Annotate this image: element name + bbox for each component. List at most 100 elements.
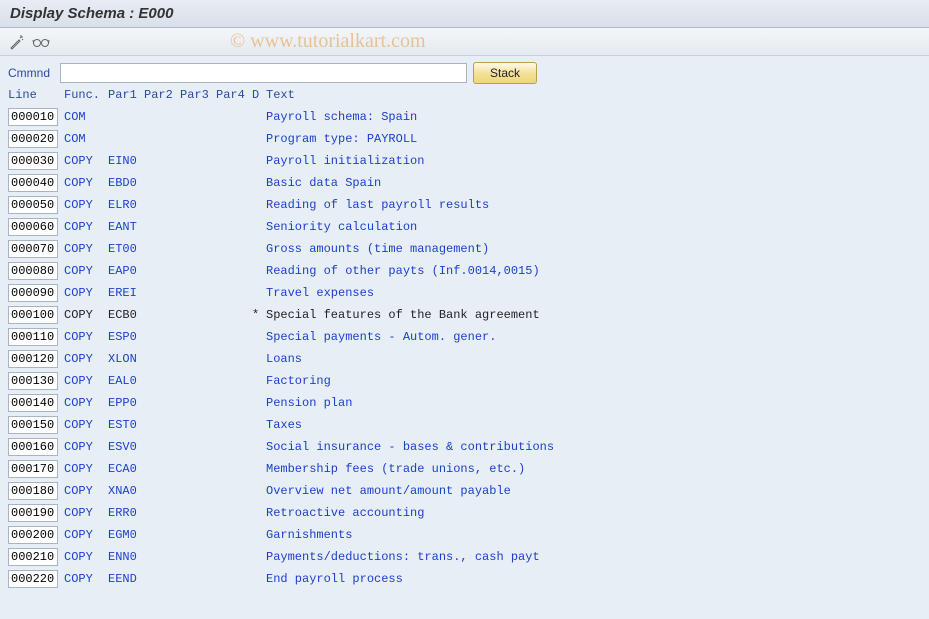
par1-cell[interactable]: ENN0	[108, 550, 144, 564]
text-cell[interactable]: Seniority calculation	[266, 220, 921, 234]
func-cell[interactable]: COPY	[64, 418, 108, 432]
func-cell[interactable]: COPY	[64, 550, 108, 564]
command-input[interactable]	[60, 63, 467, 83]
table-row: COPYEAP0 Reading of other payts (Inf.0014…	[0, 260, 929, 282]
par1-cell[interactable]: ERR0	[108, 506, 144, 520]
table-row: COPYECB0*Special features of the Bank ag…	[0, 304, 929, 326]
line-input[interactable]	[8, 350, 58, 368]
par1-cell[interactable]: EGM0	[108, 528, 144, 542]
line-input[interactable]	[8, 218, 58, 236]
text-cell[interactable]: Loans	[266, 352, 921, 366]
par1-cell[interactable]: EST0	[108, 418, 144, 432]
line-input[interactable]	[8, 196, 58, 214]
line-input[interactable]	[8, 526, 58, 544]
text-cell[interactable]: Payroll schema: Spain	[266, 110, 921, 124]
par1-cell[interactable]: XNA0	[108, 484, 144, 498]
par1-cell[interactable]: EAP0	[108, 264, 144, 278]
par1-cell[interactable]: ESV0	[108, 440, 144, 454]
header-par2: Par2	[144, 88, 180, 102]
func-cell[interactable]: COM	[64, 132, 108, 146]
text-cell[interactable]: Taxes	[266, 418, 921, 432]
table-row: COPYEGM0 Garnishments	[0, 524, 929, 546]
par1-cell[interactable]: ET00	[108, 242, 144, 256]
func-cell[interactable]: COPY	[64, 154, 108, 168]
text-cell[interactable]: Overview net amount/amount payable	[266, 484, 921, 498]
text-cell[interactable]: Basic data Spain	[266, 176, 921, 190]
line-input[interactable]	[8, 108, 58, 126]
func-cell[interactable]: COPY	[64, 528, 108, 542]
func-cell[interactable]: COPY	[64, 572, 108, 586]
text-cell[interactable]: Garnishments	[266, 528, 921, 542]
func-cell[interactable]: COPY	[64, 330, 108, 344]
line-input[interactable]	[8, 394, 58, 412]
par1-cell[interactable]: EIN0	[108, 154, 144, 168]
line-input[interactable]	[8, 262, 58, 280]
text-cell: Special features of the Bank agreement	[266, 308, 921, 322]
line-input[interactable]	[8, 130, 58, 148]
func-cell[interactable]: COPY	[64, 220, 108, 234]
line-input[interactable]	[8, 152, 58, 170]
func-cell[interactable]: COPY	[64, 242, 108, 256]
func-cell[interactable]: COPY	[64, 198, 108, 212]
text-cell[interactable]: Payments/deductions: trans., cash payt	[266, 550, 921, 564]
line-input[interactable]	[8, 240, 58, 258]
text-cell[interactable]: Reading of last payroll results	[266, 198, 921, 212]
text-cell[interactable]: Travel expenses	[266, 286, 921, 300]
par1-cell[interactable]: XLON	[108, 352, 144, 366]
func-cell[interactable]: COPY	[64, 396, 108, 410]
table-row: COPYXLON Loans	[0, 348, 929, 370]
table-row: COPYEAL0 Factoring	[0, 370, 929, 392]
text-cell[interactable]: Retroactive accounting	[266, 506, 921, 520]
stack-button[interactable]: Stack	[473, 62, 537, 84]
line-input[interactable]	[8, 416, 58, 434]
par1-cell[interactable]: ECA0	[108, 462, 144, 476]
func-cell[interactable]: COPY	[64, 176, 108, 190]
line-input[interactable]	[8, 504, 58, 522]
func-cell[interactable]: COPY	[64, 352, 108, 366]
line-input[interactable]	[8, 284, 58, 302]
line-input[interactable]	[8, 548, 58, 566]
par1-cell[interactable]: EBD0	[108, 176, 144, 190]
text-cell[interactable]: Factoring	[266, 374, 921, 388]
par1-cell[interactable]: ELR0	[108, 198, 144, 212]
text-cell[interactable]: Special payments - Autom. gener.	[266, 330, 921, 344]
text-cell[interactable]: Gross amounts (time management)	[266, 242, 921, 256]
line-input[interactable]	[8, 372, 58, 390]
text-cell[interactable]: Reading of other payts (Inf.0014,0015)	[266, 264, 921, 278]
line-input[interactable]	[8, 438, 58, 456]
func-cell[interactable]: COPY	[64, 286, 108, 300]
line-input[interactable]	[8, 482, 58, 500]
line-input[interactable]	[8, 460, 58, 478]
glasses-icon[interactable]	[32, 33, 50, 51]
func-cell[interactable]: COPY	[64, 506, 108, 520]
par1-cell[interactable]: EAL0	[108, 374, 144, 388]
line-input[interactable]	[8, 570, 58, 588]
func-cell[interactable]: COPY	[64, 484, 108, 498]
text-cell[interactable]: Membership fees (trade unions, etc.)	[266, 462, 921, 476]
text-cell[interactable]: Program type: PAYROLL	[266, 132, 921, 146]
par1-cell[interactable]: EREI	[108, 286, 144, 300]
par1-cell[interactable]: ESP0	[108, 330, 144, 344]
par1-cell[interactable]: EEND	[108, 572, 144, 586]
func-cell[interactable]: COPY	[64, 264, 108, 278]
header-par3: Par3	[180, 88, 216, 102]
wand-icon[interactable]	[8, 33, 26, 51]
table-row: COM Program type: PAYROLL	[0, 128, 929, 150]
func-cell[interactable]: COPY	[64, 374, 108, 388]
line-input[interactable]	[8, 306, 58, 324]
func-cell[interactable]: COPY	[64, 462, 108, 476]
line-input[interactable]	[8, 174, 58, 192]
func-cell[interactable]: COM	[64, 110, 108, 124]
text-cell[interactable]: Pension plan	[266, 396, 921, 410]
func-cell: COPY	[64, 308, 108, 322]
text-cell[interactable]: Payroll initialization	[266, 154, 921, 168]
table-row: COPYEPP0 Pension plan	[0, 392, 929, 414]
text-cell[interactable]: Social insurance - bases & contributions	[266, 440, 921, 454]
line-input[interactable]	[8, 328, 58, 346]
text-cell[interactable]: End payroll process	[266, 572, 921, 586]
par1-cell[interactable]: EPP0	[108, 396, 144, 410]
func-cell[interactable]: COPY	[64, 440, 108, 454]
table-row: COPYELR0 Reading of last payroll results	[0, 194, 929, 216]
par1-cell[interactable]: EANT	[108, 220, 144, 234]
table-row: COPYXNA0 Overview net amount/amount payab…	[0, 480, 929, 502]
